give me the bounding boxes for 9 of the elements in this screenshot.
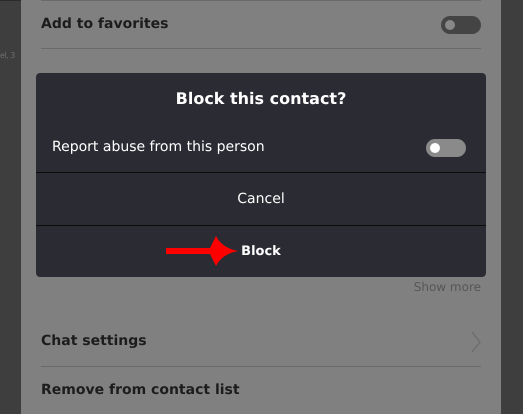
toggle-switch[interactable] <box>426 138 466 157</box>
setting-label[interactable]: Chat settings <box>41 331 147 352</box>
option-label: Report abuse from this person <box>52 138 265 158</box>
dialog-title: Block this contact? <box>174 88 348 110</box>
cancel-button[interactable]: Cancel <box>36 173 486 226</box>
arrow-icon <box>166 236 238 266</box>
setting-label[interactable]: Remove from contact list <box>41 380 240 401</box>
setting-label: Add to favorites <box>41 15 168 34</box>
toggle-switch[interactable] <box>441 16 481 34</box>
